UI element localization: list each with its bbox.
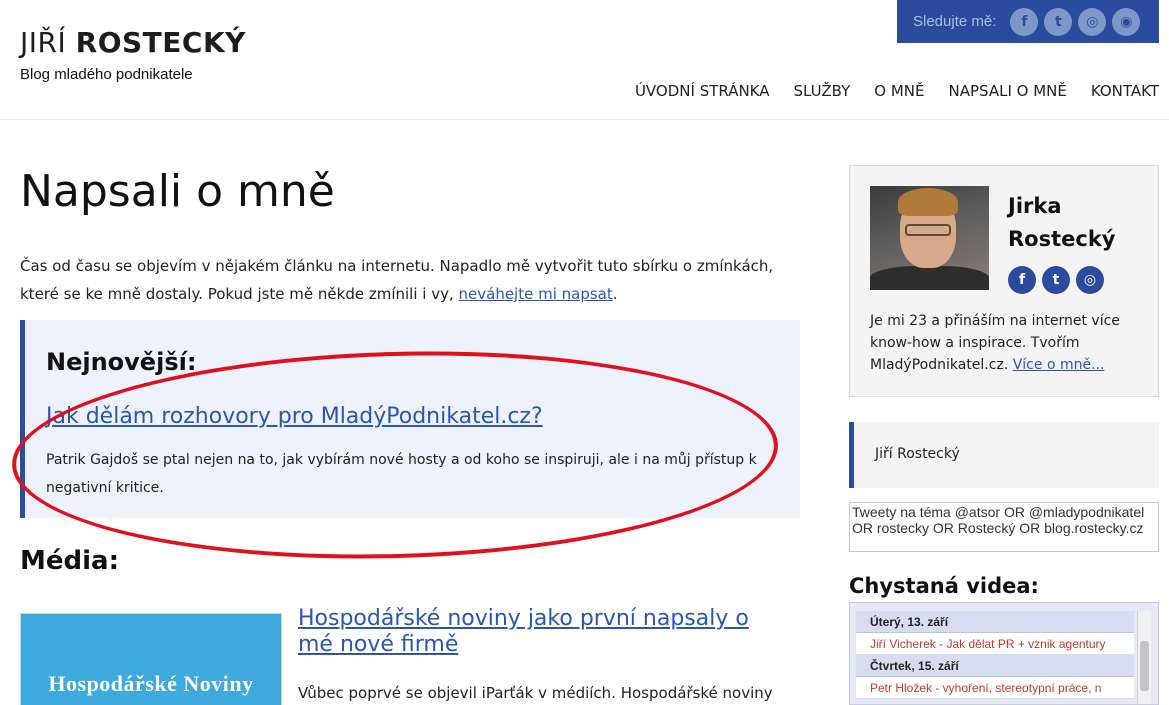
video-event[interactable]: Jiří Vicherek - Jak dělat PR + vznik age… [856, 633, 1134, 655]
video-date: Čtvrtek, 15. září [856, 655, 1134, 677]
twitter-profile-label: Jiří Rostecký [875, 446, 960, 462]
media-thumbnail[interactable]: Hospodářské Noviny [20, 613, 282, 705]
avatar [870, 186, 989, 290]
logo-first-name: JIŘÍ [20, 26, 67, 59]
facebook-icon[interactable]: f [1008, 266, 1036, 294]
upcoming-videos-calendar: Úterý, 13. září Jiří Vicherek - Jak děla… [849, 602, 1159, 705]
profile-social-links: f t ◎ [1008, 266, 1110, 294]
latest-article-link[interactable]: Jak dělám rozhovory pro MladýPodnikatel.… [46, 404, 543, 429]
rss-icon[interactable]: ◉ [1112, 7, 1141, 36]
latest-heading: Nejnovější: [46, 348, 197, 376]
about-me-link[interactable]: Více o mně... [1013, 357, 1105, 373]
avatar-hair [898, 188, 958, 216]
intro-paragraph: Čas od času se objevím v nějakém článku … [20, 252, 800, 308]
avatar-glasses [905, 224, 951, 236]
nav-item-services[interactable]: SLUŽBY [794, 82, 851, 100]
follow-bar: Sledujte mě: f t ◎ ◉ [897, 0, 1159, 43]
media-article-link[interactable]: Hospodářské noviny jako první napsaly o … [298, 606, 768, 658]
facebook-icon[interactable]: f [1010, 7, 1039, 36]
profile-card: Jirka Rostecký f t ◎ Je mi 23 a přináším… [849, 165, 1159, 397]
videos-list-inner: Úterý, 13. září Jiří Vicherek - Jak děla… [856, 611, 1134, 699]
nav-item-home[interactable]: ÚVODNÍ STRÁNKA [635, 82, 770, 100]
twitter-profile-box[interactable]: Jiří Rostecký [849, 422, 1159, 488]
latest-article-description: Patrik Gajdoš se ptal nejen na to, jak v… [46, 452, 757, 496]
follow-label: Sledujte mě: [913, 13, 997, 30]
intro-end: . [612, 285, 618, 303]
video-event[interactable]: Petr Hložek - vyhoření, stereotypní prác… [856, 677, 1134, 699]
instagram-icon[interactable]: ◎ [1078, 7, 1107, 36]
video-date: Úterý, 13. září [856, 611, 1134, 633]
media-heading: Média: [20, 546, 119, 576]
videos-scrollbar[interactable] [1137, 611, 1151, 704]
tweets-widget[interactable]: Tweety na téma @atsor OR @mladypodnikate… [849, 502, 1159, 552]
nav-item-about[interactable]: O MNĚ [874, 82, 924, 100]
nav-item-press[interactable]: NAPSALI O MNĚ [949, 82, 1067, 100]
site-logo[interactable]: JIŘÍ ROSTECKÝ [20, 26, 246, 59]
upcoming-videos-heading: Chystaná videa: [849, 574, 1039, 598]
avatar-shoulders [870, 266, 989, 290]
instagram-icon[interactable]: ◎ [1076, 266, 1104, 294]
latest-mention-box: Nejnovější: Jak dělám rozhovory pro Mlad… [20, 320, 800, 518]
logo-last-name: ROSTECKÝ [75, 26, 246, 59]
contact-link[interactable]: neváhejte mi napsat [459, 285, 613, 303]
site-tagline: Blog mladého podnikatele [20, 66, 193, 83]
intro-text: Čas od času se objevím v nějakém článku … [20, 257, 774, 303]
media-article-excerpt: Vůbec poprvé se objevil iParťák v médiíc… [298, 684, 773, 702]
page-title: Napsali o mně [20, 166, 335, 217]
profile-bio: Je mi 23 a přináším na internet více kno… [870, 310, 1140, 376]
profile-name: Jirka Rostecký [1008, 194, 1116, 251]
twitter-icon[interactable]: t [1044, 7, 1073, 36]
twitter-icon[interactable]: t [1042, 266, 1070, 294]
videos-scrollbar-thumb[interactable] [1140, 641, 1149, 691]
main-nav: ÚVODNÍ STRÁNKA SLUŽBY O MNĚ NAPSALI O MN… [611, 82, 1159, 100]
site-header: JIŘÍ ROSTECKÝ Blog mladého podnikatele S… [0, 0, 1169, 120]
media-thumbnail-text: Hospodářské Noviny [48, 670, 254, 696]
nav-item-contact[interactable]: KONTAKT [1091, 82, 1159, 100]
